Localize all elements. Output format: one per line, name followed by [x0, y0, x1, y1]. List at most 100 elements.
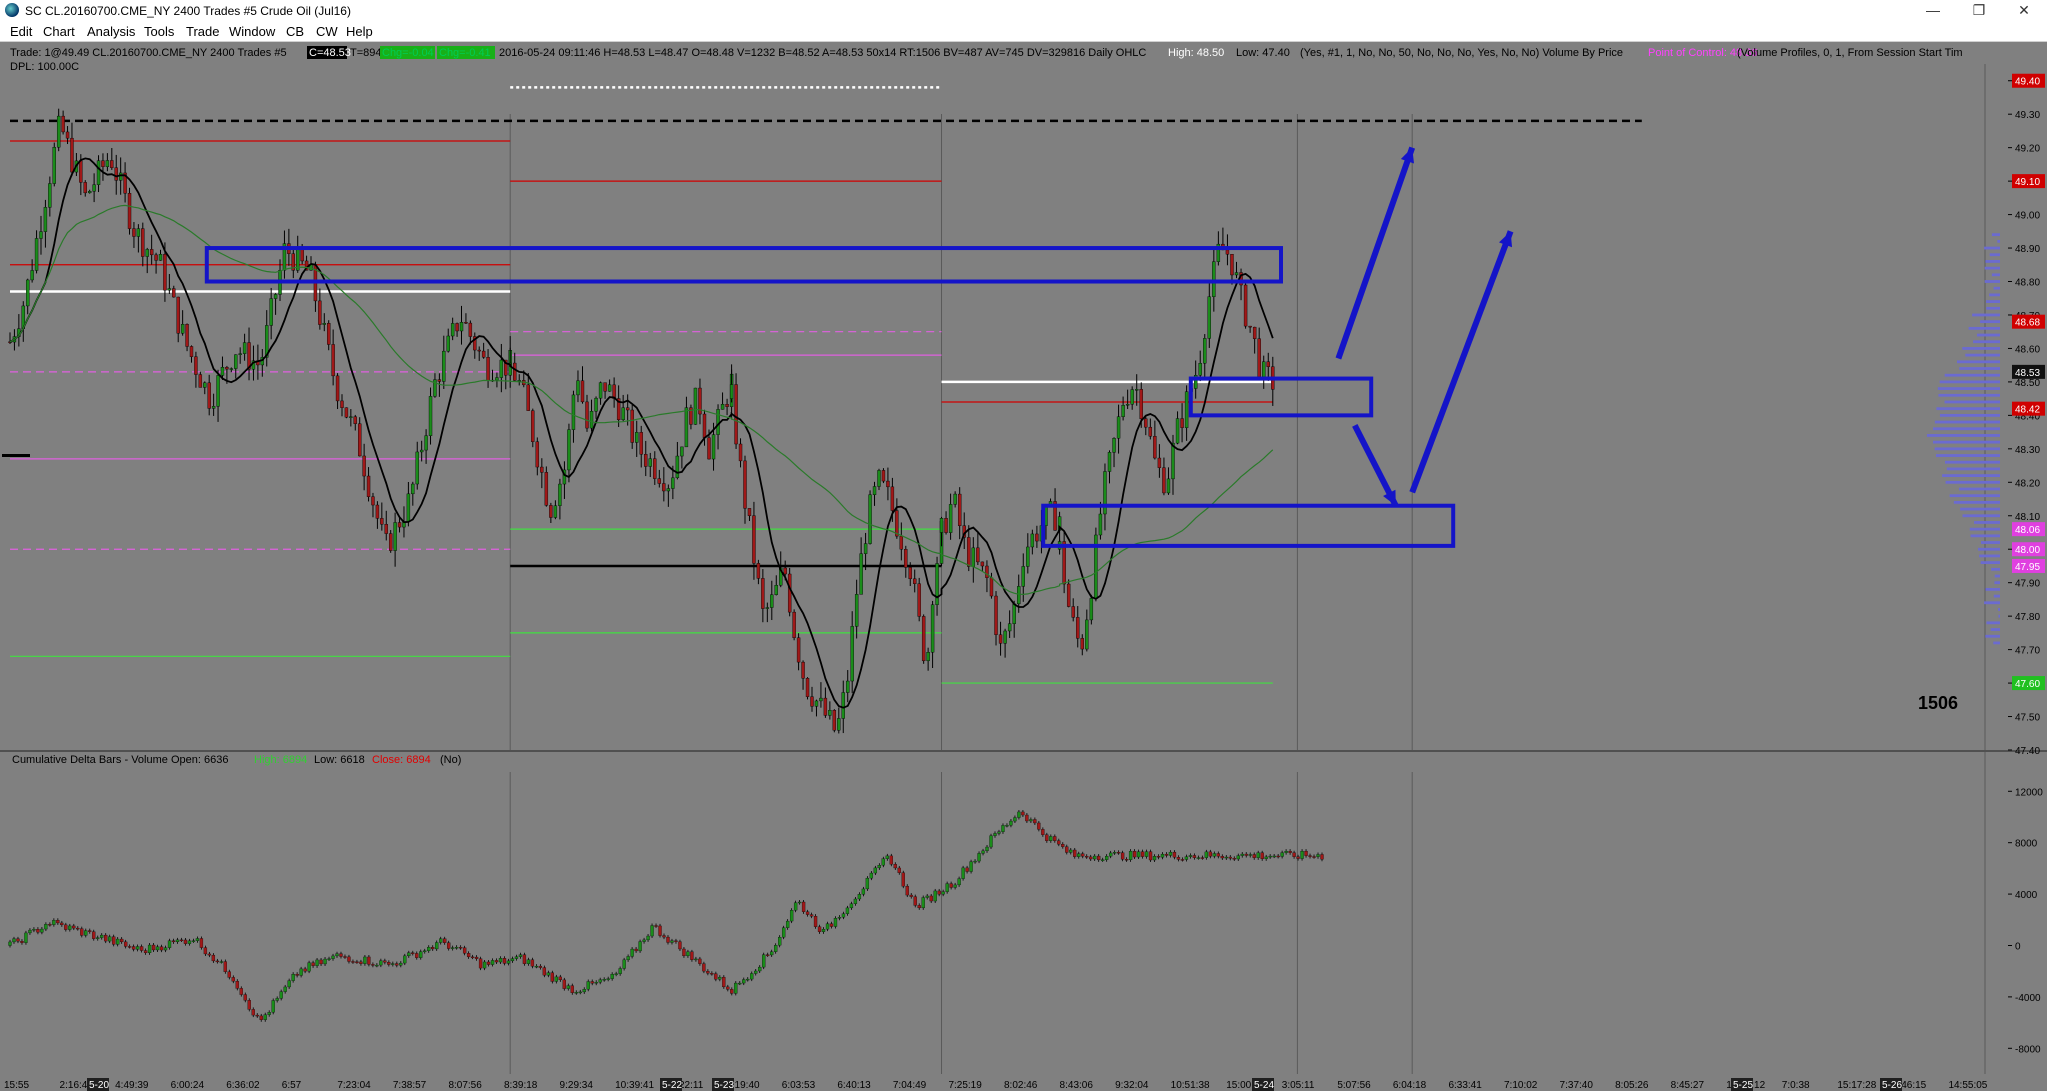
delta-bar [694, 958, 698, 961]
delta-bar [323, 958, 327, 965]
delta-bar [135, 946, 140, 950]
price-tick-label: 48.30 [2015, 445, 2040, 456]
time-axis[interactable]: 15:55 2:16:46 4:49:39 6:00:24 6:36:02 6:57 7:2… [0, 1076, 2047, 1091]
delta-bar [1232, 858, 1236, 860]
candle-body [79, 160, 83, 183]
menu-edit[interactable]: Edit [10, 24, 32, 39]
close-button[interactable]: ✕ [2001, 0, 2047, 21]
candle-body [477, 349, 481, 352]
last-price-badge: C=48.53 [309, 47, 351, 59]
delta-bar [120, 938, 124, 943]
menu-cb[interactable]: CB [286, 24, 304, 39]
chart-area[interactable]: Trade: 1@49.49 CL.20160700.CME_NY 2400 T… [0, 42, 2047, 1091]
delta-bar [1069, 849, 1073, 853]
candle-body [114, 167, 118, 181]
delta-bar [319, 959, 323, 965]
volume-profile-bar [1959, 367, 2000, 370]
delta-bar [291, 974, 295, 981]
delta-bar [451, 947, 455, 949]
delta-bar [1061, 844, 1065, 847]
delta-bar [618, 968, 622, 974]
delta-bar [1200, 857, 1205, 859]
candle-body [1266, 361, 1270, 367]
delta-bar [969, 861, 973, 872]
delta-bar [307, 962, 311, 972]
delta-bar [1005, 825, 1009, 827]
volume-profile-bar [1953, 500, 2000, 504]
delta-bar [195, 938, 200, 941]
delta-bar [1001, 825, 1005, 832]
candle-body [868, 494, 872, 544]
candle-body [1257, 338, 1261, 378]
candle-body [939, 518, 944, 533]
menu-help[interactable]: Help [346, 24, 373, 39]
delta-bar [1037, 822, 1041, 830]
candle-body [1175, 418, 1180, 444]
delta-bar [845, 907, 850, 914]
delta-bar [104, 934, 108, 942]
delta-bar [439, 938, 443, 943]
candle-body [1135, 389, 1139, 391]
candle-body [327, 322, 331, 345]
delta-bar [690, 951, 694, 960]
delta-bar [805, 911, 810, 915]
volume-profile-bar [1942, 474, 2000, 477]
delta-bar [1192, 855, 1197, 858]
delta-bar [518, 954, 523, 957]
price-tag-label: 48.00 [2015, 545, 2040, 556]
delta-bar [151, 944, 156, 951]
menu-tools[interactable]: Tools [144, 24, 174, 39]
candle-body [61, 115, 65, 133]
delta-bar [829, 923, 834, 927]
delta-bar [985, 846, 989, 852]
price-tick-label: 49.20 [2015, 144, 2040, 155]
volume-profile-bar [1985, 634, 2000, 638]
candle-body [1130, 389, 1134, 405]
candle-body [953, 493, 957, 505]
candle-body [976, 547, 980, 563]
candle-body [1121, 405, 1125, 417]
menu-chart[interactable]: Chart [43, 24, 75, 39]
candle-body [1144, 418, 1148, 428]
delta-bar [343, 956, 347, 958]
delta-bar [929, 895, 933, 902]
menu-cw[interactable]: CW [316, 24, 338, 39]
menu-trade[interactable]: Trade [186, 24, 219, 39]
delta-bar [993, 833, 997, 836]
candle-body [1139, 389, 1143, 419]
candle-body [926, 652, 930, 662]
menu-window[interactable]: Window [229, 24, 275, 39]
delta-bar [443, 938, 447, 943]
delta-bar [586, 981, 590, 990]
restore-button[interactable]: ❐ [1956, 0, 2002, 21]
delta-bar [1140, 851, 1145, 857]
delta-bar [391, 963, 395, 965]
time-label: 4:49:39 [115, 1080, 149, 1091]
time-label: 10:51:38 [1171, 1080, 1210, 1091]
candle-body [770, 594, 774, 608]
candle-body [1184, 391, 1189, 428]
candle-body [743, 460, 747, 509]
candle-body [1248, 325, 1252, 328]
delta-bar [642, 939, 646, 942]
time-label: 15:00 [1226, 1080, 1251, 1091]
minimize-button[interactable]: — [1910, 0, 1956, 21]
delta-tick-label: -8000 [2015, 1044, 2041, 1055]
delta-bar [331, 955, 335, 959]
candle-body [850, 626, 854, 682]
volume-profile-bar [1937, 387, 2000, 390]
delta-bar [8, 941, 12, 946]
volume-profile-bar [1932, 440, 2000, 444]
delta-bar [546, 972, 551, 976]
candle-body [486, 357, 490, 381]
candle-body [635, 432, 639, 443]
delta-bar [626, 956, 630, 961]
menu-analysis[interactable]: Analysis [87, 24, 135, 39]
candle-body [1252, 326, 1257, 339]
volume-profile-bar [1944, 373, 2000, 377]
candle-body [729, 384, 734, 399]
candle-body [589, 411, 594, 429]
delta-bar [299, 968, 303, 976]
time-label: 7:25:19 [948, 1080, 982, 1091]
delta-bar [1049, 836, 1053, 841]
